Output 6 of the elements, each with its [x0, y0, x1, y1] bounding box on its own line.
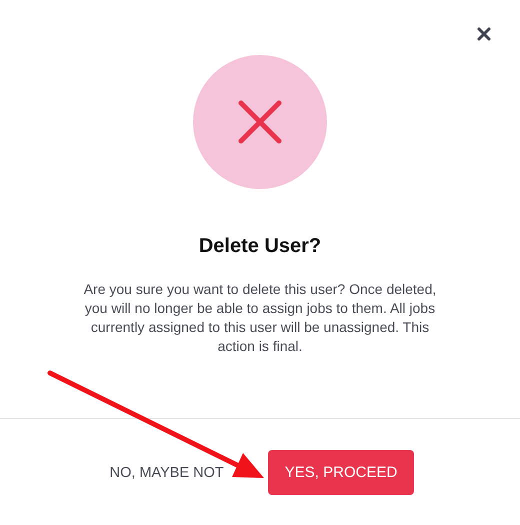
error-icon	[193, 55, 327, 189]
cancel-button[interactable]: NO, MAYBE NOT	[110, 454, 224, 490]
dialog-message: Are you sure you want to delete this user? Once deleted, you will no longer be able to assign jobs to them. All jobs currently assigned to this user will be unassigned. This action is final.	[82, 280, 438, 356]
proceed-button[interactable]: YES, PROCEED	[268, 450, 414, 495]
close-icon[interactable]	[477, 27, 491, 41]
dialog-title: Delete User?	[198, 235, 322, 258]
